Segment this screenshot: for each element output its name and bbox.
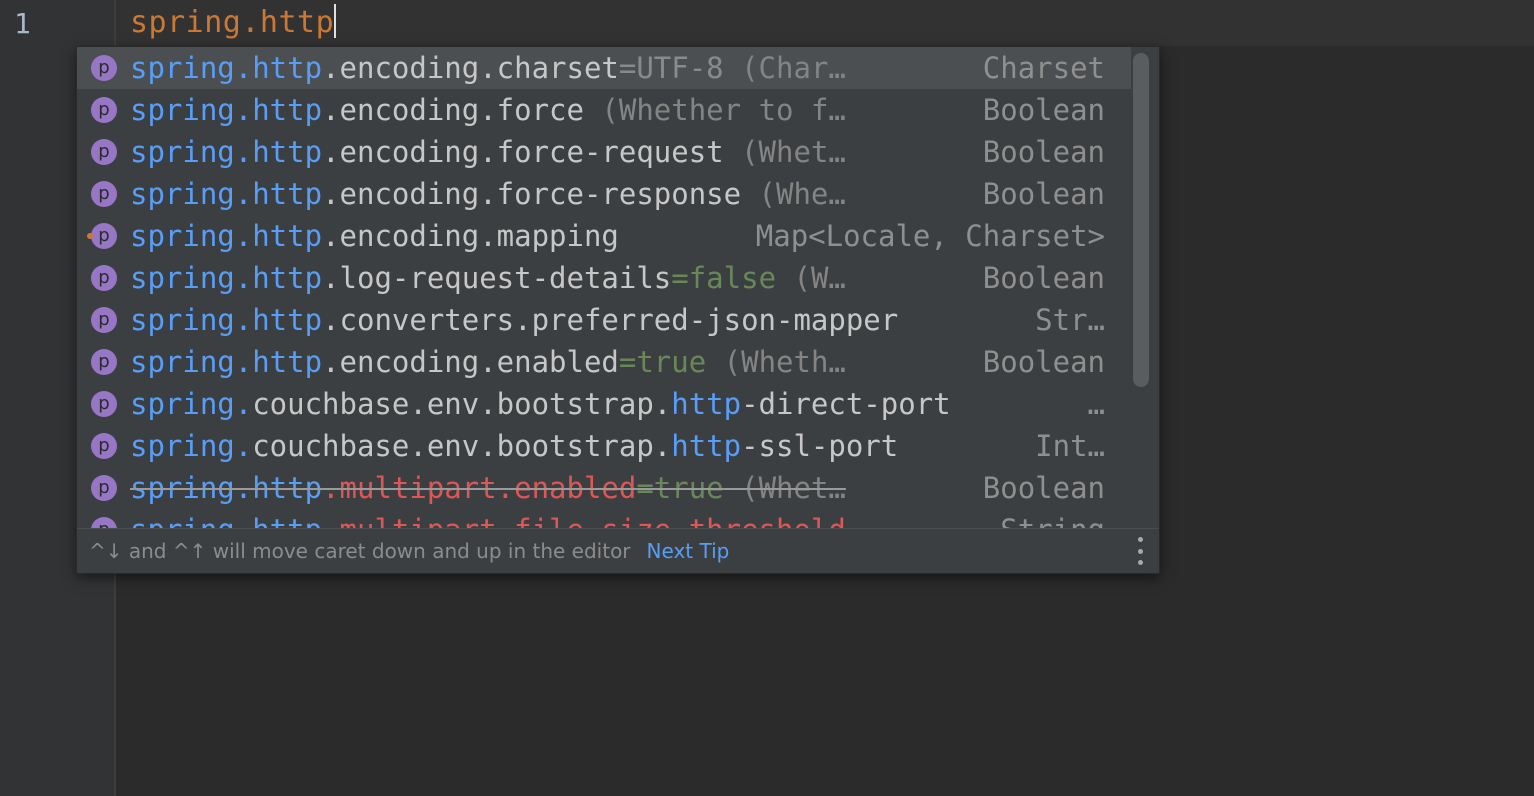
completion-item-deprecated[interactable]: p spring.http.multipart.enabled=true (Wh… [77, 467, 1131, 509]
completion-type: Charset [982, 51, 1105, 85]
completion-item[interactable]: p spring.http.encoding.charset=UTF-8 (Ch… [77, 47, 1131, 89]
completion-type: Map<Locale, Charset> [755, 219, 1105, 253]
text-caret [334, 4, 337, 38]
property-icon: p [91, 433, 117, 459]
completion-type: Boolean [982, 471, 1105, 505]
completion-name: spring.couchbase.env.bootstrap.http-ssl-… [130, 429, 899, 463]
more-options-icon[interactable] [1137, 537, 1143, 565]
property-icon: p [91, 139, 117, 165]
completion-name: spring.couchbase.env.bootstrap.http-dire… [130, 387, 951, 421]
completion-type: Str… [1035, 303, 1105, 337]
completion-name: spring.http.encoding.enabled=true (Wheth… [130, 345, 846, 379]
completion-popup: p spring.http.encoding.charset=UTF-8 (Ch… [76, 46, 1160, 574]
completion-name: spring.http.encoding.force (Whether to f… [130, 93, 846, 127]
next-tip-link[interactable]: Next Tip [647, 539, 730, 563]
completion-item[interactable]: p spring.http.encoding.force-response (W… [77, 173, 1131, 215]
completion-item[interactable]: p spring.http.converters.preferred-json-… [77, 299, 1131, 341]
completion-type: … [1087, 387, 1105, 421]
completion-type: Boolean [982, 177, 1105, 211]
completion-name: spring.http.log-request-details=false (W… [130, 261, 846, 295]
property-icon: p [91, 265, 117, 291]
property-icon: p [87, 223, 117, 249]
property-icon: p [91, 55, 117, 81]
property-icon: p [91, 475, 117, 501]
property-icon: p [91, 307, 117, 333]
completion-item-deprecated[interactable]: p spring.http.multipart.file-size-thresh… [77, 509, 1131, 529]
completion-name: spring.http.multipart.enabled=true (Whet… [130, 471, 846, 505]
completion-item[interactable]: p spring.http.encoding.enabled=true (Whe… [77, 341, 1131, 383]
completion-type: Boolean [982, 345, 1105, 379]
modified-dot-icon [87, 233, 93, 239]
completion-name: spring.http.encoding.force-request (Whet… [130, 135, 846, 169]
completion-type: Int… [1035, 429, 1105, 463]
completion-item[interactable]: p spring.couchbase.env.bootstrap.http-ss… [77, 425, 1131, 467]
property-icon: p [91, 97, 117, 123]
completion-type: Boolean [982, 135, 1105, 169]
tip-text: ^↓ and ^↑ will move caret down and up in… [89, 539, 631, 563]
property-icon: p [91, 391, 117, 417]
code-text: spring.http [130, 5, 335, 40]
completion-item[interactable]: p spring.couchbase.env.bootstrap.http-di… [77, 383, 1131, 425]
completion-item[interactable]: p spring.http.encoding.force (Whether to… [77, 89, 1131, 131]
completion-item[interactable]: p spring.http.encoding.force-request (Wh… [77, 131, 1131, 173]
line-number: 1 [14, 7, 31, 40]
property-icon: p [91, 181, 117, 207]
completion-name: spring.http.encoding.mapping [130, 219, 619, 253]
code-editor[interactable]: 1 spring.http p spring.http.encoding.cha… [0, 0, 1534, 796]
completion-name: spring.http.encoding.charset=UTF-8 (Char… [130, 51, 846, 85]
completion-list[interactable]: p spring.http.encoding.charset=UTF-8 (Ch… [77, 47, 1131, 529]
property-icon: p [91, 349, 117, 375]
completion-name: spring.http.encoding.force-response (Whe… [130, 177, 846, 211]
popup-footer: ^↓ and ^↑ will move caret down and up in… [77, 528, 1159, 573]
completion-item[interactable]: p spring.http.log-request-details=false … [77, 257, 1131, 299]
popup-scrollbar[interactable] [1133, 53, 1149, 387]
completion-name: spring.http.multipart.file-size-threshol… [130, 513, 846, 529]
completion-item[interactable]: p spring.http.encoding.mapping Map<Local… [77, 215, 1131, 257]
completion-type: Boolean [982, 261, 1105, 295]
code-line[interactable]: spring.http [130, 4, 337, 42]
completion-name: spring.http.converters.preferred-json-ma… [130, 303, 899, 337]
completion-type: Boolean [982, 93, 1105, 127]
completion-type: String [1000, 513, 1105, 529]
